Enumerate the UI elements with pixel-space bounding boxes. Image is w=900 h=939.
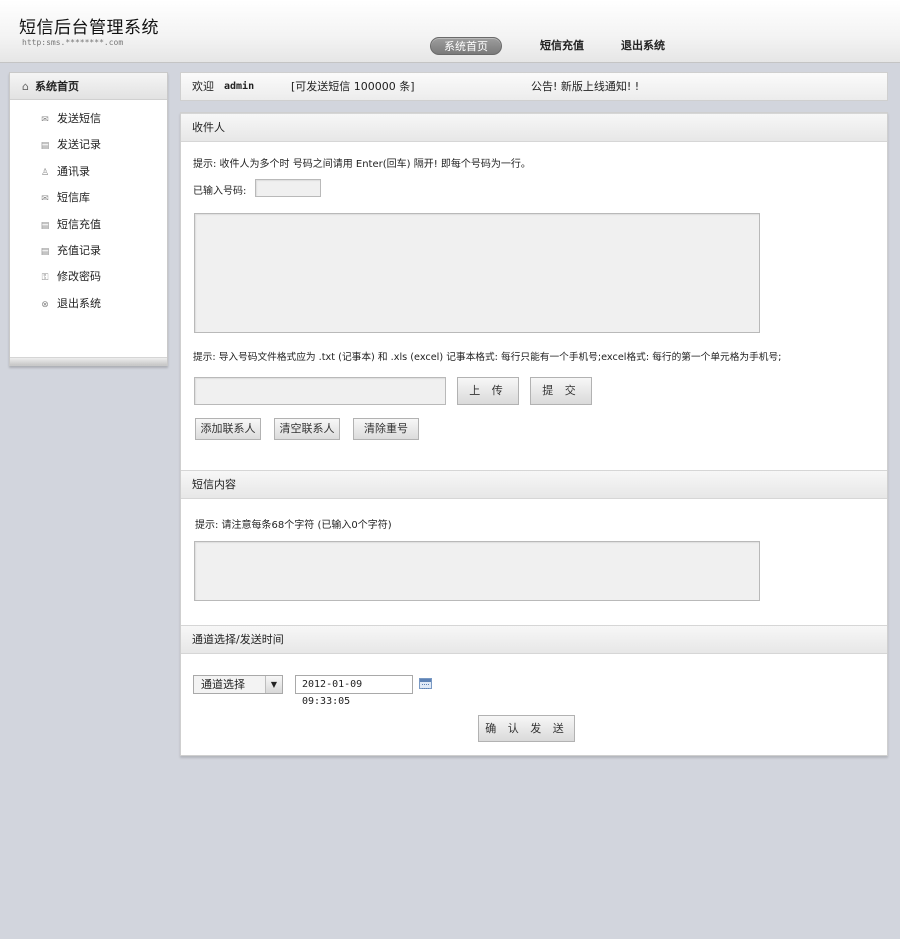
app-url: http:sms.********.com: [22, 38, 124, 47]
chevron-down-icon: ▼: [265, 676, 282, 693]
sidebar-item-send-sms[interactable]: ✉ 发送短信: [10, 106, 167, 132]
logout-icon: ⊗: [41, 299, 49, 310]
import-format-hint: 提示: 导入号码文件格式应为 .txt (记事本) 和 .xls (excel)…: [193, 352, 782, 363]
notice-text[interactable]: 公告! 新版上线通知! !: [531, 73, 639, 100]
sidebar-item-recharge[interactable]: ▤ 短信充值: [10, 212, 167, 238]
welcome-label: 欢迎: [192, 80, 214, 93]
sms-quota: [可发送短信 100000 条]: [291, 80, 415, 93]
username: admin: [224, 81, 255, 92]
sidebar-title: 系统首页: [34, 80, 79, 93]
library-icon: ✉: [41, 194, 49, 205]
sidebar-item-label: 短信库: [57, 191, 90, 205]
recipients-section-title: 收件人: [181, 113, 887, 142]
file-path-input[interactable]: [194, 377, 446, 405]
sidebar-item-sms-library[interactable]: ✉ 短信库: [10, 185, 167, 211]
recharge-icon: ▤: [40, 220, 50, 231]
clear-contacts-button[interactable]: 清空联系人: [274, 418, 340, 440]
record-icon: ▤: [40, 141, 50, 152]
main-panel: 收件人 提示: 收件人为多个时 号码之间请用 Enter(回车) 隔开! 即每个…: [180, 112, 888, 756]
nav-home[interactable]: 系统首页: [430, 37, 502, 55]
key-icon: ⚿: [41, 273, 49, 284]
number-count-label: 已输入号码:: [193, 186, 247, 197]
sidebar-item-label: 发送记录: [57, 138, 101, 152]
app-header: 短信后台管理系统 http:sms.********.com 系统首页 短信充值…: [0, 0, 900, 63]
phone-numbers-textarea[interactable]: [194, 213, 760, 333]
sidebar-item-label: 短信充值: [57, 217, 101, 231]
nav-logout[interactable]: 退出系统: [621, 37, 665, 55]
add-contact-button[interactable]: 添加联系人: [195, 418, 261, 440]
remove-duplicates-button[interactable]: 清除重号: [353, 418, 419, 440]
sidebar-item-label: 退出系统: [57, 296, 101, 310]
sidebar-item-label: 发送短信: [57, 112, 101, 125]
contact-icon: ♙: [40, 167, 50, 178]
send-datetime-input[interactable]: 2012-01-09 09:33:05: [295, 675, 413, 707]
content-section-title: 短信内容: [181, 470, 887, 499]
calendar-icon[interactable]: [419, 678, 432, 689]
confirm-send-button[interactable]: 确 认 发 送: [478, 715, 575, 742]
schedule-section-title: 通道选择/发送时间: [181, 625, 887, 654]
upload-button[interactable]: 上 传: [457, 377, 519, 405]
sidebar-item-logout[interactable]: ⊗ 退出系统: [10, 291, 167, 317]
content-hint: 提示: 请注意每条68个字符 (已输入0个字符): [195, 520, 392, 531]
message-textarea[interactable]: [194, 541, 760, 601]
sidebar-item-recharge-record[interactable]: ▤ 充值记录: [10, 238, 167, 264]
sidebar-menu: ✉ 发送短信 ▤ 发送记录 ♙ 通讯录 ✉ 短信库 ▤ 短信充值 ▤ 充值记录 ⚿ 修改密码 …: [10, 100, 167, 317]
sidebar-item-label: 通讯录: [57, 164, 90, 178]
sidebar-item-send-record[interactable]: ▤ 发送记录: [10, 132, 167, 158]
sidebar-item-contacts[interactable]: ♙ 通讯录: [10, 159, 167, 185]
sidebar-footer: [10, 357, 167, 365]
recipients-hint: 提示: 收件人为多个时 号码之间请用 Enter(回车) 隔开! 即每个号码为一…: [193, 159, 531, 170]
sidebar-item-label: 修改密码: [57, 270, 101, 284]
submit-button[interactable]: 提 交: [530, 377, 592, 405]
number-count-field: [255, 179, 321, 197]
channel-select[interactable]: 通道选择 ▼: [193, 675, 283, 694]
channel-select-value: 通道选择: [201, 678, 245, 691]
sidebar: ⌂ 系统首页 ✉ 发送短信 ▤ 发送记录 ♙ 通讯录 ✉ 短信库 ▤ 短信充值 ▤ 充值记录 …: [9, 72, 168, 366]
recharge-record-icon: ▤: [40, 246, 50, 257]
sidebar-header[interactable]: ⌂ 系统首页: [10, 73, 167, 100]
app-title: 短信后台管理系统: [19, 18, 159, 38]
sidebar-item-change-password[interactable]: ⚿ 修改密码: [10, 264, 167, 290]
mail-icon: ✉: [41, 115, 49, 125]
welcome-bar: 欢迎 admin [可发送短信 100000 条] 公告! 新版上线通知! !: [180, 72, 888, 101]
home-icon: ⌂: [22, 80, 29, 93]
sidebar-item-label: 充值记录: [57, 243, 101, 257]
nav-recharge[interactable]: 短信充值: [540, 37, 584, 55]
